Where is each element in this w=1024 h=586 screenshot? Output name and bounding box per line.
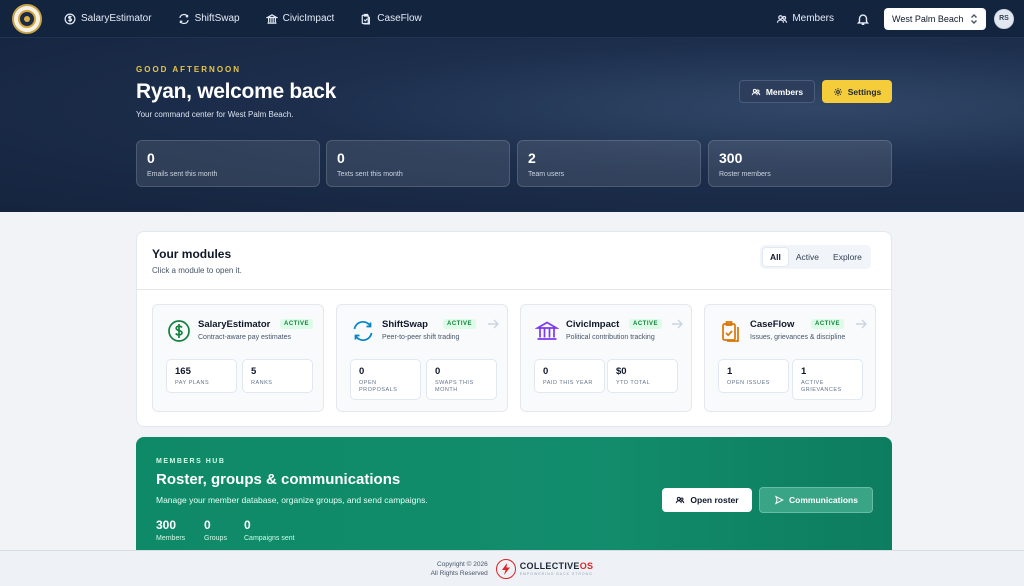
settings-button[interactable]: Settings xyxy=(822,80,892,103)
arrow-right-icon xyxy=(488,319,499,329)
stat-card-emails: 0 Emails sent this month xyxy=(136,140,320,187)
divider xyxy=(137,289,891,290)
open-roster-button[interactable]: Open roster xyxy=(662,488,752,512)
chevron-updown-icon xyxy=(971,13,977,24)
hub-eyebrow: MEMBERS HUB xyxy=(156,458,226,465)
gear-icon xyxy=(833,87,842,96)
copyright: Copyright © 2026 All Rights Reserved xyxy=(430,560,488,577)
page-title: Ryan, welcome back xyxy=(136,80,337,103)
communications-button[interactable]: Communications xyxy=(759,487,873,513)
module-name: CivicImpact xyxy=(566,319,620,330)
avatar[interactable]: RS xyxy=(994,8,1014,29)
hub-stat-campaigns: 0 Campaigns sent xyxy=(244,518,295,542)
stat-card-texts: 0 Texts sent this month xyxy=(326,140,510,187)
status-badge: ACTIVE xyxy=(811,319,845,329)
collectiveos-logo-icon xyxy=(495,558,516,579)
module-stat: 5 RANKS xyxy=(242,359,313,393)
module-card-civicimpact[interactable]: CivicImpact ACTIVE Political contributio… xyxy=(520,304,692,412)
users-icon xyxy=(751,88,761,95)
module-card-salaryestimator[interactable]: SalaryEstimator ACTIVE Contract-aware pa… xyxy=(152,304,324,412)
nav-item-label: SalaryEstimator xyxy=(81,13,152,24)
module-stat: 1 OPEN ISSUES xyxy=(718,359,789,393)
modules-subtitle: Click a module to open it. xyxy=(152,266,242,275)
location-select[interactable]: West Palm Beach xyxy=(884,7,986,30)
hero-subtitle: Your command center for West Palm Beach. xyxy=(136,110,294,119)
module-name: ShiftSwap xyxy=(382,319,428,330)
members-hub-panel: MEMBERS HUB Roster, groups & communicati… xyxy=(136,437,892,553)
modules-title: Your modules xyxy=(152,247,232,261)
clipboard-icon xyxy=(722,321,739,342)
module-stat: 0 PAID THIS YEAR xyxy=(534,359,605,393)
top-nav: SalaryEstimator ShiftSwap CivicImpact Ca… xyxy=(0,0,1024,38)
module-stat: 0 SWAPS THIS MONTH xyxy=(426,359,497,400)
refresh-icon xyxy=(353,320,373,342)
module-stat: 1 ACTIVE GRIEVANCES xyxy=(792,359,863,400)
module-stat: 165 PAY PLANS xyxy=(166,359,237,393)
send-icon xyxy=(774,495,784,505)
module-desc: Peer-to-peer shift trading xyxy=(382,334,460,341)
nav-item-civicimpact[interactable]: CivicImpact xyxy=(265,13,335,25)
module-stat: $0 YTD TOTAL xyxy=(607,359,678,393)
nav-item-label: CivicImpact xyxy=(282,13,335,24)
module-desc: Issues, grievances & discipline xyxy=(750,334,846,341)
nav-members-link[interactable]: Members xyxy=(776,13,834,25)
arrow-right-icon xyxy=(672,319,683,329)
module-card-caseflow[interactable]: CaseFlow ACTIVE Issues, grievances & dis… xyxy=(704,304,876,412)
hub-title: Roster, groups & communications xyxy=(156,471,401,488)
module-card-shiftswap[interactable]: ShiftSwap ACTIVE Peer-to-peer shift trad… xyxy=(336,304,508,412)
building-icon xyxy=(265,13,278,24)
nav-item-shiftswap[interactable]: ShiftSwap xyxy=(178,13,240,25)
hero-section: GOOD AFTERNOON Ryan, welcome back Your c… xyxy=(0,38,1024,212)
module-name: CaseFlow xyxy=(750,319,795,330)
nav-item-salaryestimator[interactable]: SalaryEstimator xyxy=(64,13,152,25)
filter-active[interactable]: Active xyxy=(789,247,826,267)
module-desc: Political contribution tracking xyxy=(566,334,655,341)
nav-item-label: CaseFlow xyxy=(377,13,422,24)
building-icon xyxy=(535,321,559,340)
members-button[interactable]: Members xyxy=(739,80,815,103)
union-logo[interactable] xyxy=(12,3,42,34)
module-desc: Contract-aware pay estimates xyxy=(198,334,291,341)
module-stat: 0 OPEN PROPOSALS xyxy=(350,359,421,400)
stat-card-roster: 300 Roster members xyxy=(708,140,892,187)
clipboard-icon xyxy=(361,13,371,24)
module-filter: All Active Explore xyxy=(760,245,871,269)
footer: Copyright © 2026 All Rights Reserved COL… xyxy=(0,550,1024,586)
module-name: SalaryEstimator xyxy=(198,319,271,330)
modules-panel: Your modules Click a module to open it. … xyxy=(136,231,892,427)
dollar-circle-icon xyxy=(168,320,190,342)
greeting: GOOD AFTERNOON xyxy=(136,65,242,74)
hub-stat-groups: 0 Groups xyxy=(204,518,227,542)
filter-explore[interactable]: Explore xyxy=(826,247,869,267)
nav-item-caseflow[interactable]: CaseFlow xyxy=(360,13,422,25)
users-icon xyxy=(676,496,685,504)
nav-item-label: ShiftSwap xyxy=(194,13,240,24)
status-badge: ACTIVE xyxy=(280,319,314,329)
hub-stat-members: 300 Members xyxy=(156,518,186,542)
dollar-circle-icon xyxy=(64,13,76,24)
status-badge: ACTIVE xyxy=(443,319,477,329)
status-badge: ACTIVE xyxy=(629,319,663,329)
hub-subtitle: Manage your member database, organize gr… xyxy=(156,495,428,505)
arrow-right-icon xyxy=(856,319,867,329)
filter-all[interactable]: All xyxy=(762,247,789,267)
brand-wordmark[interactable]: COLLECTIVEOS EMPOWERING BACK STRONG xyxy=(520,561,594,576)
stat-card-team-users: 2 Team users xyxy=(517,140,701,187)
bell-icon[interactable] xyxy=(856,12,870,26)
refresh-icon xyxy=(178,13,189,24)
users-icon xyxy=(777,14,788,23)
